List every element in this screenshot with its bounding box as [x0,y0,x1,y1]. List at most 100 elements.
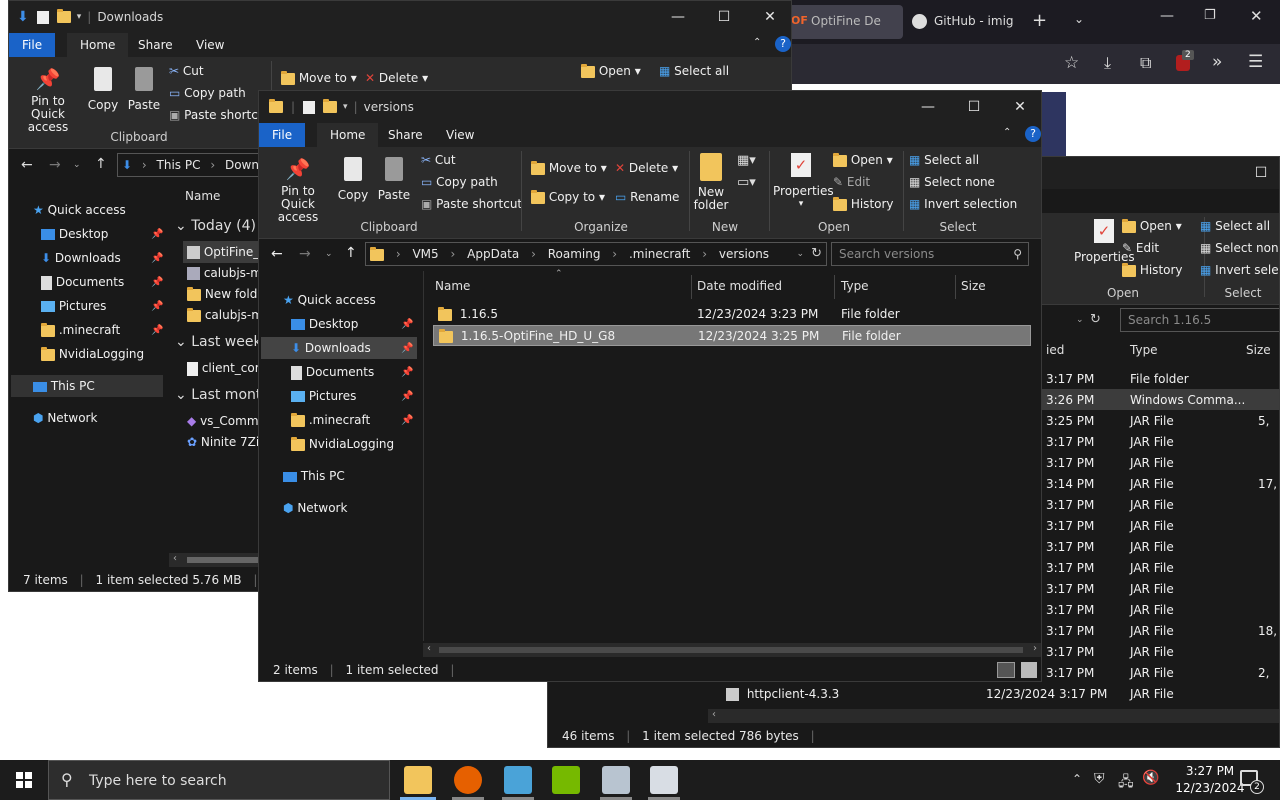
pin-quick-access-button[interactable]: 📌 Pin to Quick access [15,67,81,134]
clock-time[interactable]: 3:27 PM [1172,764,1248,778]
table-row[interactable]: 3:17 PM JAR File [1046,537,1279,558]
properties-button[interactable]: ✓ Properties ▾ [773,153,834,211]
ribbon-collapse-icon[interactable]: ⌃ [1003,127,1011,138]
copy-path-button[interactable]: ▭ Copy path [421,172,498,192]
nav-nvidialogging[interactable]: NvidiaLogging [291,433,394,455]
paste-button[interactable]: Paste [377,157,411,202]
address-bar[interactable]: ⬇ › This PC › Downlo [117,153,277,177]
address-bar[interactable]: › VM5 › AppData › Roaming › .minecraft ›… [365,242,827,266]
scroll-left-icon[interactable]: ‹ [173,553,177,564]
copy-button[interactable]: Copy [87,67,119,112]
help-icon[interactable]: ? [1025,126,1041,142]
column-date-modified[interactable]: ied [1046,337,1064,363]
table-row[interactable]: 3:14 PM JAR File 17, [1046,474,1279,495]
nav-network[interactable]: ⬢ Network [283,497,347,519]
column-type[interactable]: Type [1130,337,1158,363]
table-row[interactable]: 1.16.5 12/23/2024 3:23 PM File folder [433,304,1031,325]
open-button[interactable]: Open ▾ [833,150,893,170]
show-hidden-icons-chevron-icon[interactable]: ⌃ [1072,772,1082,786]
nav-downloads[interactable]: ⬇ Downloads [291,337,371,359]
tab-share[interactable]: Share [375,123,436,147]
table-row[interactable]: 3:17 PM JAR File [1046,558,1279,579]
paste-shortcut-button[interactable]: ▣ Paste shortcut [169,105,270,125]
maximize-button[interactable]: ☐ [701,1,747,33]
paste-shortcut-button[interactable]: ▣ Paste shortcut [421,194,522,214]
list-item[interactable]: calubjs-m [187,305,263,326]
breadcrumb-this-pc[interactable]: This PC [157,158,201,172]
edit-button[interactable]: ✎ Edit [1122,238,1159,258]
close-button[interactable]: ✕ [747,1,791,33]
browser-close-button[interactable]: ✕ [1250,7,1263,25]
list-item[interactable]: OptiFine_ [187,242,259,263]
nav-documents[interactable]: Documents [291,361,374,383]
browser-tab-github[interactable]: GitHub - imig [908,5,1026,39]
nav-this-pc[interactable]: This PC [283,465,345,487]
table-row[interactable]: 3:17 PM File folder [1046,369,1279,390]
horizontal-scrollbar[interactable]: ‹ › [423,643,1041,657]
history-button[interactable]: History [1122,260,1183,280]
browser-tab-optifine[interactable]: OF OptiFine De [785,5,903,39]
nav-network[interactable]: ⬢ Network [33,407,97,429]
table-row[interactable]: 3:17 PM JAR File [1046,600,1279,621]
move-to-button[interactable]: Move to ▾ [531,158,607,178]
table-row[interactable]: 3:17 PM JAR File 2, [1046,663,1279,684]
pin-quick-access-button[interactable]: 📌 Pin to Quick access [263,157,333,224]
table-row[interactable]: 3:17 PM JAR File [1046,495,1279,516]
breadcrumb-versions[interactable]: versions [719,247,769,261]
tab-share[interactable]: Share [125,33,186,57]
delete-button[interactable]: ✕ Delete ▾ [615,158,678,178]
notepad-taskbar-icon[interactable] [650,766,678,794]
delete-button[interactable]: ✕ Delete ▾ [365,68,428,88]
bookmark-star-icon[interactable]: ☆ [1064,53,1079,73]
new-tab-button[interactable]: + [1032,10,1047,31]
tab-view[interactable]: View [183,33,237,57]
search-input[interactable]: Search 1.16.5 [1120,308,1279,332]
maximize-button[interactable]: ☐ [951,91,997,123]
details-view-icon[interactable] [997,662,1015,678]
tab-view[interactable]: View [433,123,487,147]
edit-button[interactable]: ✎ Edit [833,172,870,192]
close-button[interactable]: ✕ [997,91,1041,123]
group-last-month[interactable]: ⌄ Last month [175,384,270,406]
nav-quick-access[interactable]: ★ Quick access [33,199,126,221]
nav-pictures[interactable]: Pictures [291,385,356,407]
tab-home[interactable]: Home [67,33,129,57]
table-row[interactable]: 3:17 PM JAR File [1046,516,1279,537]
table-row[interactable]: 3:17 PM JAR File 18, [1046,621,1279,642]
list-item[interactable]: ◆ vs_Comm [187,411,259,432]
scroll-thumb[interactable] [439,647,1023,653]
recent-dropdown-icon[interactable]: ⌄ [73,160,81,170]
downloads-icon[interactable]: ⤓ [1104,53,1111,73]
table-row[interactable]: 3:26 PM Windows Comma... [1046,390,1279,411]
table-row[interactable]: 3:17 PM JAR File [1046,453,1279,474]
tab-file[interactable]: File [259,123,306,147]
select-all-button[interactable]: ▦ Select all [659,61,729,81]
select-all-button[interactable]: ▦ Select all [909,150,979,170]
invert-selection-button[interactable]: ▦ Invert selection [909,194,1017,214]
back-button[interactable]: ← [271,246,283,262]
file-explorer-taskbar-icon[interactable] [404,766,432,794]
extensions-icon[interactable]: ⧉ [1140,53,1151,73]
tab-file[interactable]: File [9,33,56,57]
up-button[interactable]: ↑ [345,245,357,261]
horizontal-scrollbar[interactable]: ‹ [169,553,269,567]
up-button[interactable]: ↑ [95,156,107,172]
app-taskbar-icon[interactable] [504,766,532,794]
list-item[interactable]: calubjs-m [187,263,262,284]
ribbon-collapse-icon[interactable]: ⌃ [753,37,761,48]
minimize-button[interactable]: — [905,91,951,123]
customize-dropdown-icon[interactable]: ▾ [77,12,82,22]
nav-downloads[interactable]: ⬇ Downloads [41,247,121,269]
nav-desktop[interactable]: Desktop [291,313,358,335]
forward-button[interactable]: → [49,157,61,173]
refresh-icon[interactable]: ↻ [1090,312,1101,327]
new-item-icon[interactable]: ▦▾ [737,153,756,168]
remote-desktop-taskbar-icon[interactable] [602,766,630,794]
breadcrumb-roaming[interactable]: Roaming [548,247,601,261]
move-to-button[interactable]: Move to ▾ [281,68,357,88]
history-button[interactable]: History [833,194,894,214]
help-icon[interactable]: ? [775,36,791,52]
table-row[interactable]: 3:17 PM JAR File [1046,432,1279,453]
nav-nvidialogging[interactable]: NvidiaLogging [41,343,144,365]
column-name[interactable]: Name [185,183,220,209]
